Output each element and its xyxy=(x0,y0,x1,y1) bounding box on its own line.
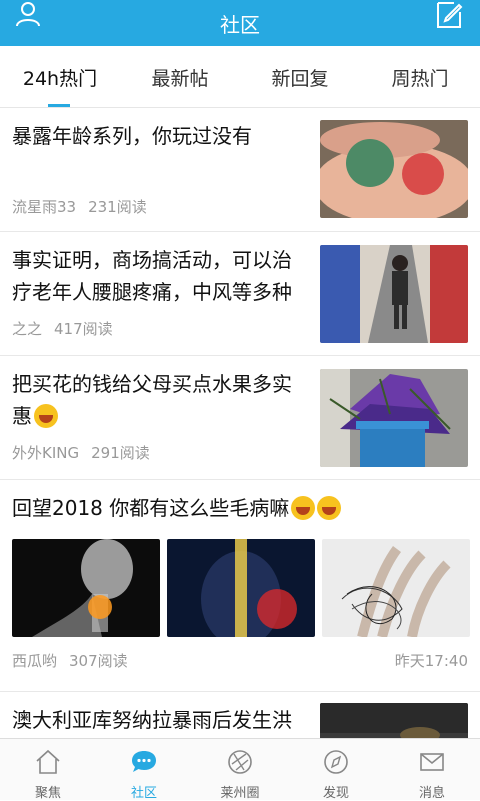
feed-tabs: 24h热门 最新帖 新回复 周热门 xyxy=(0,52,480,108)
nav-focus[interactable]: 聚焦 xyxy=(0,739,96,801)
post-item[interactable]: 回望2018 你都有这么些毛病嘛 西瓜哟 307阅读 昨天17:40 xyxy=(0,480,480,692)
post-reads: 307阅读 xyxy=(69,652,128,670)
bottom-nav: 聚焦 社区 莱州圈 发现 消息 xyxy=(0,738,480,801)
tab-label: 周热门 xyxy=(391,68,449,90)
post-title: 暴露年龄系列，你玩过没有 xyxy=(12,124,252,148)
active-tab-indicator xyxy=(48,104,70,107)
post-thumbnail[interactable] xyxy=(320,369,468,467)
nav-discover[interactable]: 发现 xyxy=(288,739,384,801)
aperture-icon xyxy=(228,750,252,774)
post-meta: 流星雨33 231阅读 xyxy=(12,196,147,217)
compose-icon[interactable] xyxy=(434,0,464,30)
post-title: 事实证明，商场搞活动，可以治疗老年人腰腿疼痛，中风等多种 xyxy=(12,248,292,304)
post-meta: 之之 417阅读 xyxy=(12,318,113,339)
tab-label: 新回复 xyxy=(271,68,329,90)
post-thumbnail[interactable] xyxy=(320,245,468,343)
post-reads: 417阅读 xyxy=(54,320,113,338)
mail-icon xyxy=(420,753,444,771)
app-header: 社区 xyxy=(0,0,480,46)
tab-label: 24h热门 xyxy=(22,68,98,90)
tab-new-replies[interactable]: 新回复 xyxy=(240,52,360,107)
nav-community[interactable]: 社区 xyxy=(96,739,192,801)
post-thumbnail[interactable] xyxy=(12,539,160,637)
post-author: 西瓜哟 xyxy=(12,652,58,670)
post-thumbnail[interactable] xyxy=(167,539,315,637)
page-title: 社区 xyxy=(220,12,260,37)
post-meta: 外外KING 291阅读 xyxy=(12,442,150,463)
post-thumbnail[interactable] xyxy=(322,539,470,637)
tab-weekly-hot[interactable]: 周热门 xyxy=(360,52,480,107)
tab-24h-hot[interactable]: 24h热门 xyxy=(0,52,120,107)
nav-label: 聚焦 xyxy=(34,786,61,801)
post-title: 回望2018 你都有这么些毛病嘛 xyxy=(12,492,462,524)
post-feed[interactable]: 暴露年龄系列，你玩过没有 流星雨33 231阅读 事实证明，商场搞活动，可以治疗老… xyxy=(0,108,480,738)
post-item[interactable]: 暴露年龄系列，你玩过没有 流星雨33 231阅读 xyxy=(0,108,480,232)
post-time: 昨天17:40 xyxy=(394,652,468,670)
post-thumbnail[interactable] xyxy=(320,703,468,738)
home-icon xyxy=(36,749,60,774)
nav-label: 消息 xyxy=(418,786,445,801)
laughing-emoji-icon xyxy=(317,496,342,520)
post-item[interactable]: 澳大利亚库努纳拉暴雨后发生洪水，一群巨型海蟾蜍搭3米5 xyxy=(0,692,480,738)
laughing-emoji-icon xyxy=(291,496,316,520)
nav-label: 社区 xyxy=(130,786,157,801)
compass-icon xyxy=(324,750,348,774)
post-title: 澳大利亚库努纳拉暴雨后发生洪水，一群巨型海蟾蜍搭3米5 xyxy=(12,708,292,732)
chat-bubble-icon xyxy=(132,751,156,772)
nav-label: 发现 xyxy=(322,786,349,801)
post-item[interactable]: 把买花的钱给父母买点水果多实惠 外外KING 291阅读 xyxy=(0,356,480,480)
nav-label: 莱州圈 xyxy=(220,786,260,801)
laughing-emoji-icon xyxy=(34,404,58,428)
tab-latest[interactable]: 最新帖 xyxy=(120,52,240,107)
user-icon[interactable] xyxy=(14,0,42,28)
post-author: 之之 xyxy=(12,320,43,338)
post-meta: 西瓜哟 307阅读 xyxy=(12,650,128,671)
post-author: 外外KING xyxy=(12,444,80,462)
tab-label: 最新帖 xyxy=(151,68,209,90)
nav-messages[interactable]: 消息 xyxy=(384,739,480,801)
post-author: 流星雨33 xyxy=(12,198,77,216)
post-thumbnail[interactable] xyxy=(320,120,468,218)
post-image-row xyxy=(12,539,470,637)
post-title: 把买花的钱给父母买点水果多实惠 xyxy=(12,372,292,428)
post-reads: 231阅读 xyxy=(88,198,147,216)
post-reads: 291阅读 xyxy=(91,444,150,462)
nav-laizhou-circle[interactable]: 莱州圈 xyxy=(192,739,288,801)
post-item[interactable]: 事实证明，商场搞活动，可以治疗老年人腰腿疼痛，中风等多种 之之 417阅读 xyxy=(0,232,480,356)
